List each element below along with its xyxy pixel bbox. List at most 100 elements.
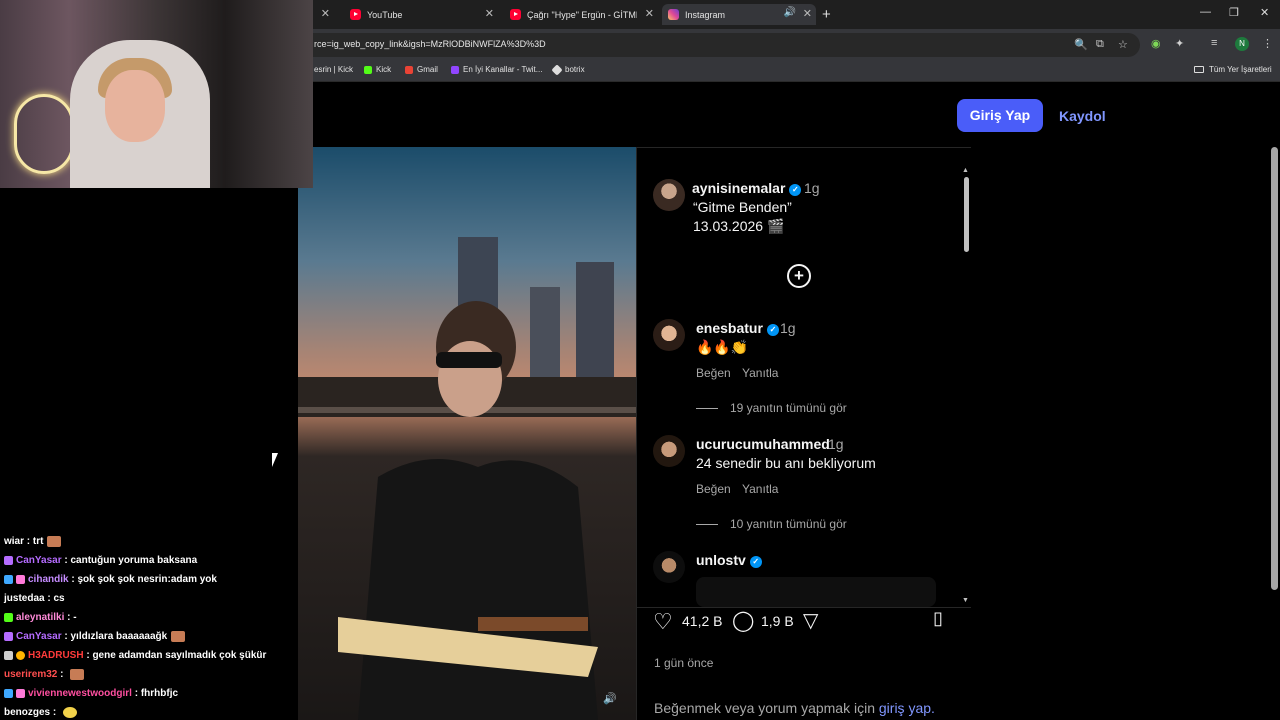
badge-icon [16,651,25,660]
youtube-icon [350,9,361,20]
chat-username: aleynatilki [16,612,65,623]
minimize-icon[interactable]: — [1200,6,1211,18]
close-icon[interactable]: ✕ [645,7,654,20]
chat-username: CanYasar [16,555,62,566]
view-replies-button[interactable]: 19 yanıtın tümünü gör [696,401,847,415]
avatar[interactable] [653,551,685,583]
chat-username: H3ADRUSH [28,650,84,661]
bookmark-star-icon[interactable]: ☆ [1118,38,1128,51]
login-link[interactable]: giriş yap. [879,700,935,716]
tab-partial[interactable]: ✕ [320,4,334,25]
bookmark-item[interactable]: Gmail [405,65,438,74]
tab-title: Çağrı "Hype" Ergün - GİTME BE [527,9,637,20]
scroll-down-icon[interactable]: ▼ [962,597,969,604]
like-comment-button[interactable]: Beğen [696,482,731,496]
url-text[interactable]: rce=ig_web_copy_link&igsh=MzRlODBiNWFlZA… [314,39,546,49]
chat-text: fhrhbfjc [140,688,179,699]
heart-icon[interactable]: ♡ [653,609,673,635]
bookmark-label: Tüm Yer İşaretleri [1209,65,1272,74]
emote-icon [63,707,78,718]
avatar[interactable] [653,179,685,211]
login-hint-text: Beğenmek veya yorum yapmak için [654,700,875,716]
address-bar[interactable]: rce=ig_web_copy_link&igsh=MzRlODBiNWFlZA… [300,33,1140,57]
avatar[interactable] [653,435,685,467]
bookmark-label: Gmail [417,65,438,74]
divider [696,523,718,525]
login-hint: Beğenmek veya yorum yapmak için giriş ya… [654,700,935,716]
bookmark-item[interactable]: esrin | Kick [314,65,353,74]
install-app-icon[interactable]: ⧉ [1096,38,1104,51]
bookmark-item[interactable]: Kick [364,65,391,74]
neon-sign [14,94,74,174]
close-icon[interactable]: ✕ [485,7,494,20]
reel-video[interactable]: 🔊 [298,147,636,720]
audio-extension-icon[interactable]: ◉ [1151,37,1161,50]
chat-message: H3ADRUSH : gene adamdan sayılmadık çok ş… [0,646,298,665]
badge-icon [4,575,13,584]
scroll-thumb[interactable] [964,177,969,252]
new-tab-button[interactable]: + [822,6,831,23]
close-window-icon[interactable]: ✕ [1260,6,1269,19]
chat-username: CanYasar [16,631,62,642]
chat-message: viviennewestwoodgirl : fhrhbfjc [0,684,298,703]
badge-icon [4,689,13,698]
chat-text: - [73,612,77,623]
instagram-page: Giriş Yap Kaydol 🔊 ▲ ▼ aynisinemalar ✓ 1g… [298,83,1280,720]
tab-instagram[interactable]: Instagram 🔊 ✕ [662,4,816,25]
load-more-comments-icon[interactable]: + [787,264,811,288]
chat-message: justedaa : cs [4,593,65,604]
username-text: aynisinemalar [692,180,786,196]
close-icon[interactable]: ✕ [321,7,330,20]
caption-time: 1g [804,180,820,196]
video-frame [298,237,636,720]
reply-button[interactable]: Yanıtla [742,366,778,380]
chat-message: wiar : trt [0,532,298,551]
chat-message: benozges : [0,703,298,720]
tab-title: Instagram [685,9,726,20]
media-control-icon[interactable]: ≡ [1211,37,1217,49]
username-text: enesbatur [696,320,763,336]
chat-text: cs [53,593,65,604]
scroll-up-icon[interactable]: ▲ [962,167,969,174]
signup-link[interactable]: Kaydol [1059,108,1106,124]
caption-username[interactable]: aynisinemalar ✓ [692,180,802,196]
reply-button[interactable]: Yanıtla [742,482,778,496]
chat-username: cihandik [28,574,69,585]
replies-label: 10 yanıtın tümünü gör [730,517,847,531]
bookmark-label: En İyi Kanallar - Twit... [463,65,543,74]
chat-message: CanYasar : cantuğun yoruma baksana [0,551,298,570]
like-comment-button[interactable]: Beğen [696,366,731,380]
speaker-icon[interactable]: 🔊 [603,692,617,705]
view-replies-button[interactable]: 10 yanıtın tümünü gör [696,517,847,531]
avatar[interactable] [653,319,685,351]
bookmark-item[interactable]: botrix [551,63,585,76]
comment-username[interactable]: ucurucumuhammed [696,436,830,452]
login-button[interactable]: Giriş Yap [957,99,1043,132]
bookmark-item[interactable]: En İyi Kanallar - Twit... [451,65,542,74]
verified-icon: ✓ [766,324,779,336]
like-count: 41,2 B [682,613,723,629]
speaker-icon[interactable]: 🔊 [784,7,796,18]
bookmark-icon[interactable]: ▯ [933,608,943,629]
webcam-feed [0,0,313,188]
comment-username[interactable]: unlostv ✓ [696,552,762,568]
profile-avatar[interactable]: N [1235,37,1249,51]
share-icon[interactable]: ▽ [803,608,818,633]
extensions-icon[interactable]: ✦ [1175,37,1184,50]
verified-icon: ✓ [789,184,802,196]
comment-time: 1g [780,320,796,336]
comment-icon[interactable]: ◯ [732,608,754,633]
close-icon[interactable]: ✕ [803,7,812,20]
chat-text: gene adamdan sayılmadık çok şükür [92,650,267,661]
menu-icon[interactable]: ⋮ [1262,37,1273,50]
badge-icon [4,651,13,660]
bookmark-label: botrix [565,65,585,74]
gmail-icon [405,65,413,74]
tab-youtube[interactable]: YouTube ✕ [344,4,498,25]
page-scrollbar[interactable] [1271,147,1278,590]
tab-music-video[interactable]: Çağrı "Hype" Ergün - GİTME BE ✕ [504,4,658,25]
comment-username[interactable]: enesbatur ✓ [696,320,779,336]
zoom-icon[interactable]: 🔍 [1074,38,1088,51]
restore-icon[interactable]: ❐ [1229,6,1239,19]
all-bookmarks-folder[interactable]: Tüm Yer İşaretleri [1194,65,1272,74]
